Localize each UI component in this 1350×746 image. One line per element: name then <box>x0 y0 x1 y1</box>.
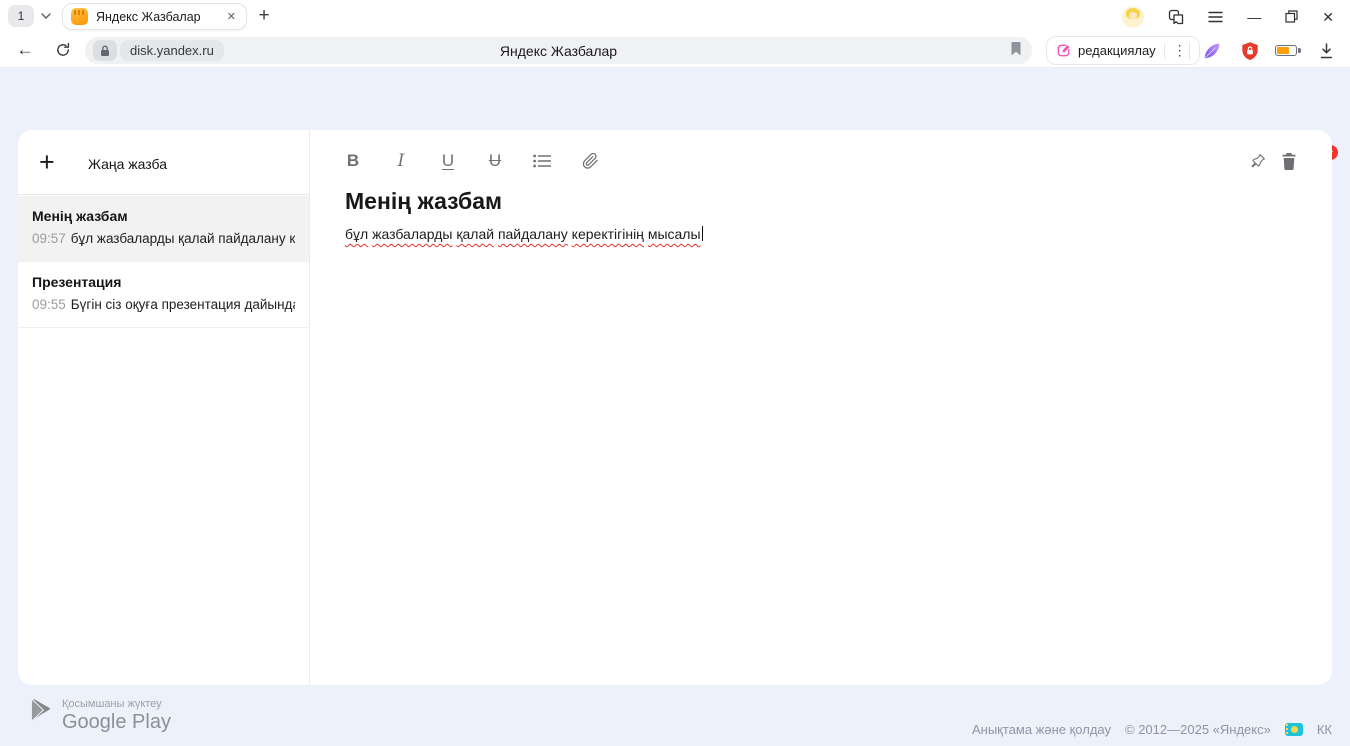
note-item-time: 09:55 <box>32 297 66 312</box>
page-footer: Қосымшаны жүктеу Google Play Анықтама жә… <box>0 685 1350 746</box>
battery-indicator[interactable] <box>1272 37 1300 64</box>
delete-note-button[interactable] <box>1272 144 1306 178</box>
browser-tab-active[interactable]: Яндекс Жазбалар ✕ <box>62 3 247 30</box>
note-item-preview: бұл жазбаларды қалай пайдалану ке... <box>71 231 295 246</box>
bookmark-flag-icon <box>1010 41 1022 57</box>
trash-icon <box>1281 152 1297 170</box>
help-support-link[interactable]: Анықтама және қолдау <box>972 722 1111 737</box>
note-editor[interactable]: B I U U Менің жазбам бұл жазбаларды қала… <box>311 130 1332 685</box>
minimize-button[interactable]: — <box>1247 10 1261 24</box>
back-button[interactable]: ← <box>12 37 38 63</box>
browser-tabstrip: 1 Яндекс Жазбалар ✕ + — ✕ <box>0 0 1350 33</box>
notes-favicon <box>71 8 88 25</box>
new-note-label: Жаңа жазба <box>88 156 167 172</box>
google-play-caption: Қосымшаны жүктеу <box>62 698 171 710</box>
feather-pen-icon <box>1202 41 1222 61</box>
attach-file-button[interactable] <box>573 144 607 178</box>
tab-list-chevron-button[interactable] <box>36 5 56 27</box>
reload-icon <box>55 42 71 58</box>
google-play-icon <box>30 698 52 722</box>
google-play-label: Google Play <box>62 711 171 734</box>
bold-button[interactable]: B <box>336 144 370 178</box>
language-code[interactable]: КК <box>1317 722 1332 737</box>
yandex-notes-app: 1 Яндекс Жазбалар ✕ + — ✕ ← disk.ya <box>0 0 1350 746</box>
url-chip[interactable]: disk.yandex.ru <box>120 40 224 61</box>
new-tab-button[interactable]: + <box>252 4 276 28</box>
chevron-down-icon <box>41 13 51 19</box>
menu-icon[interactable] <box>1208 11 1223 23</box>
restore-button[interactable] <box>1285 10 1298 23</box>
tab-close-button[interactable]: ✕ <box>225 10 238 23</box>
note-list-item-selected[interactable]: Менің жазбам 09:57 бұл жазбаларды қалай п… <box>18 196 309 262</box>
omnibox[interactable]: disk.yandex.ru Яндекс Жазбалар <box>85 37 1032 64</box>
battery-icon <box>1275 45 1297 56</box>
reload-button[interactable] <box>50 37 76 63</box>
plus-icon: + <box>39 150 55 174</box>
note-body-text: бұл жазбаларды қалай пайдалану керектігі… <box>345 226 701 242</box>
kazakhstan-flag-icon[interactable] <box>1285 723 1303 736</box>
bullet-list-button[interactable] <box>525 144 559 178</box>
tab-title: Яндекс Жазбалар <box>96 10 225 24</box>
edit-menu-kebab-button[interactable]: ⋮ <box>1165 42 1195 59</box>
note-body-field[interactable]: бұл жазбаларды қалай пайдалану керектігі… <box>345 226 703 242</box>
text-caret <box>702 226 704 241</box>
copyright-text: © 2012—2025 «Яндекс» <box>1125 722 1271 737</box>
downloads-button[interactable] <box>1312 37 1340 64</box>
tab-counter-button[interactable]: 1 <box>8 5 34 27</box>
italic-button[interactable]: I <box>384 144 418 178</box>
bullet-list-icon <box>533 154 551 168</box>
note-list-item[interactable]: Презентация 09:55 Бүгін сіз оқуға презент… <box>18 262 309 328</box>
shield-lock-icon <box>1241 41 1259 61</box>
close-window-button[interactable]: ✕ <box>1322 10 1334 24</box>
main-panel: + Жаңа жазба Менің жазбам 09:57 бұл жазба… <box>18 130 1332 685</box>
google-play-link[interactable]: Қосымшаны жүктеу Google Play <box>30 698 171 734</box>
pin-icon <box>1248 152 1267 171</box>
note-title-field[interactable]: Менің жазбам <box>345 188 502 215</box>
edit-pencil-icon <box>1057 43 1072 58</box>
strikethrough-button[interactable]: U <box>478 144 512 178</box>
paperclip-icon <box>582 152 599 170</box>
pin-note-button[interactable] <box>1240 144 1274 178</box>
underline-button[interactable]: U <box>431 144 465 178</box>
note-item-title: Менің жазбам <box>32 208 295 224</box>
new-note-button[interactable]: + Жаңа жазба <box>18 130 309 195</box>
browser-addressbar: ← disk.yandex.ru Яндекс Жазбалар редакци… <box>0 33 1350 68</box>
note-item-time: 09:57 <box>32 231 66 246</box>
note-item-preview: Бүгін сіз оқуға презентация дайында... <box>71 297 295 312</box>
yandex360-header: Я 360 Пошта Диск Құжаттар 11 Күнтізбе <box>0 68 1350 130</box>
lock-icon <box>100 45 110 57</box>
page-title: Яндекс Жазбалар <box>500 43 617 59</box>
ssl-lock-chip[interactable] <box>93 40 117 61</box>
edit-mode-pill[interactable]: редакциялау ⋮ <box>1046 36 1200 65</box>
notes-sidebar: + Жаңа жазба Менің жазбам 09:57 бұл жазба… <box>18 130 310 685</box>
note-item-title: Презентация <box>32 274 295 290</box>
collections-icon[interactable] <box>1168 9 1184 25</box>
edit-mode-label: редакциялау <box>1078 43 1156 58</box>
download-icon <box>1319 43 1334 59</box>
toolbar-divider <box>1189 42 1190 59</box>
editor-toolbar: B I U U <box>311 144 1332 178</box>
browser-profile-avatar[interactable] <box>1122 6 1144 28</box>
highlighter-extension-button[interactable] <box>1198 37 1226 64</box>
bookmark-button[interactable] <box>1010 41 1022 57</box>
protect-extension-button[interactable] <box>1236 37 1264 64</box>
